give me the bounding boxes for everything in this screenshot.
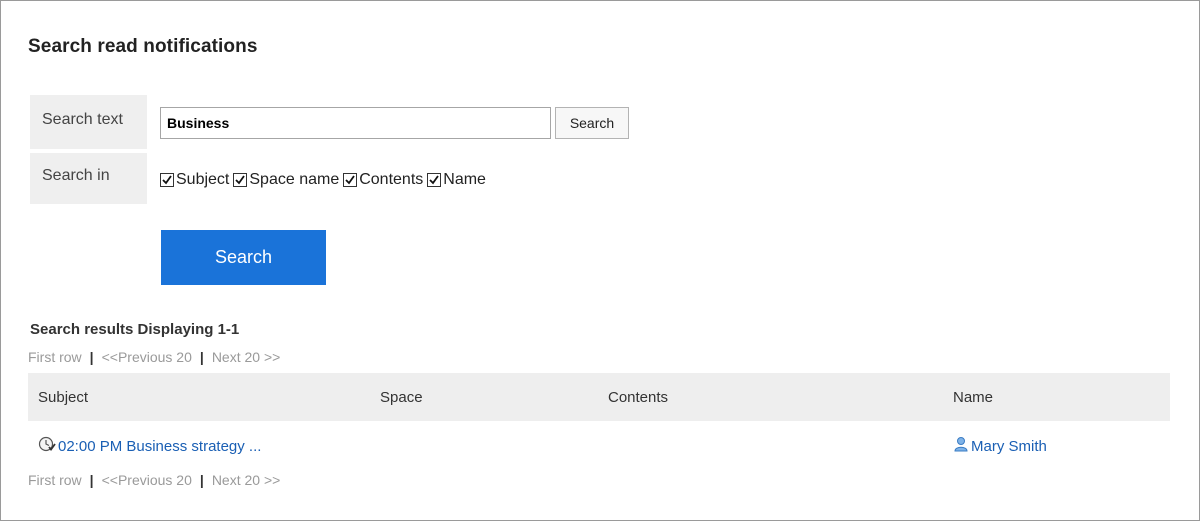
search-in-label: Search in bbox=[30, 153, 147, 204]
table-row: 02:00 PM Business strategy ... Mary Smit… bbox=[28, 425, 1170, 463]
user-icon bbox=[953, 436, 969, 456]
checkbox-subject[interactable]: Subject bbox=[160, 171, 229, 189]
user-name-link[interactable]: Mary Smith bbox=[953, 436, 1047, 456]
subject-link[interactable]: 02:00 PM Business strategy ... bbox=[38, 436, 261, 456]
search-text-label: Search text bbox=[30, 95, 147, 149]
checkbox-label: Subject bbox=[176, 171, 230, 188]
results-table-header: Subject Space Contents Name bbox=[28, 373, 1170, 421]
schedule-event-icon bbox=[38, 436, 56, 456]
pager-separator: | bbox=[199, 349, 204, 365]
previous-20-link[interactable]: <<Previous 20 bbox=[102, 472, 192, 488]
pager-separator: | bbox=[89, 472, 94, 488]
pager-bottom: First row | <<Previous 20 | Next 20 >> bbox=[28, 472, 280, 488]
search-button[interactable]: Search bbox=[161, 230, 326, 285]
checkbox-contents[interactable]: Contents bbox=[343, 171, 423, 189]
previous-20-link[interactable]: <<Previous 20 bbox=[102, 349, 192, 365]
pager-separator: | bbox=[89, 349, 94, 365]
search-text-input[interactable] bbox=[160, 107, 551, 139]
checkbox-checked-icon[interactable] bbox=[427, 173, 442, 187]
next-20-link[interactable]: Next 20 >> bbox=[212, 472, 281, 488]
checkbox-label: Name bbox=[443, 171, 486, 188]
pager-separator: | bbox=[199, 472, 204, 488]
column-header-contents: Contents bbox=[608, 389, 669, 406]
first-row-link[interactable]: First row bbox=[28, 349, 82, 365]
first-row-link[interactable]: First row bbox=[28, 472, 82, 488]
checkbox-label: Contents bbox=[359, 171, 424, 188]
user-name-text: Mary Smith bbox=[971, 437, 1047, 455]
next-20-link[interactable]: Next 20 >> bbox=[212, 349, 281, 365]
checkbox-checked-icon[interactable] bbox=[233, 173, 248, 187]
search-results-heading: Search results Displaying 1-1 bbox=[30, 321, 240, 338]
subject-text: 02:00 PM Business strategy ... bbox=[58, 437, 262, 455]
column-header-subject: Subject bbox=[38, 389, 89, 406]
inline-search-button[interactable]: Search bbox=[555, 107, 629, 139]
column-header-name: Name bbox=[953, 389, 994, 406]
checkbox-name[interactable]: Name bbox=[427, 171, 486, 189]
page-frame: Search read notifications Search text Se… bbox=[0, 0, 1200, 521]
page-title: Search read notifications bbox=[28, 36, 258, 57]
checkbox-checked-icon[interactable] bbox=[343, 173, 358, 187]
pager-top: First row | <<Previous 20 | Next 20 >> bbox=[28, 349, 280, 365]
checkbox-space-name[interactable]: Space name bbox=[233, 171, 339, 189]
column-header-space: Space bbox=[380, 389, 423, 406]
checkbox-checked-icon[interactable] bbox=[160, 173, 174, 187]
checkbox-label: Space name bbox=[249, 171, 340, 188]
search-in-options: Subject Space name Contents Name bbox=[160, 170, 490, 190]
